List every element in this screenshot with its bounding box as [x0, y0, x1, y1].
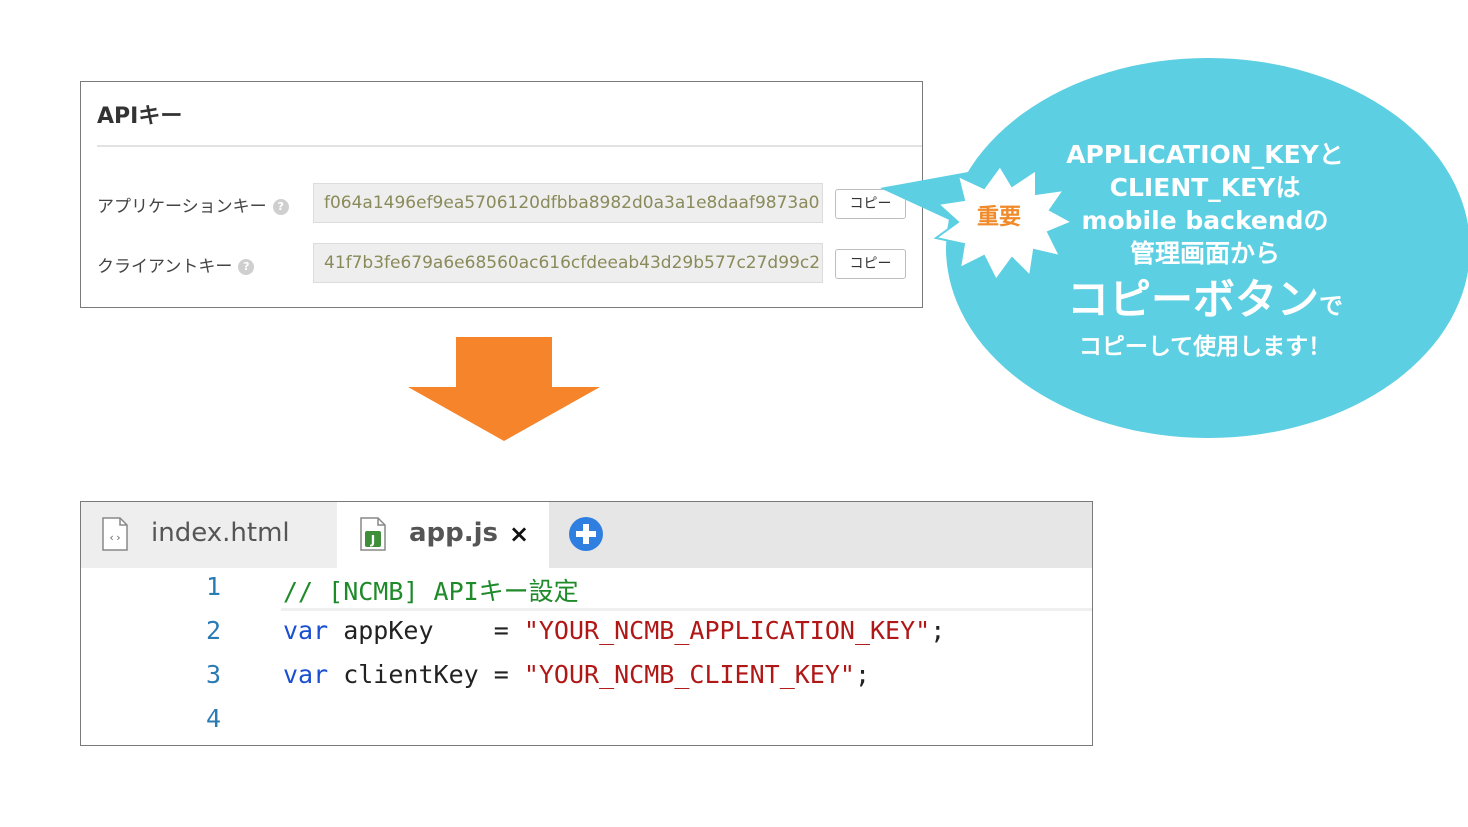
tab-label: index.html — [151, 518, 290, 548]
tab-bar: ‹› index.html J app.js × — [81, 502, 1092, 568]
code-area[interactable]: 1 // [NCMB] APIキー設定 2 var appKey = "YOUR… — [81, 568, 1092, 745]
code-text: var appKey = "YOUR_NCMB_APPLICATION_KEY"… — [283, 616, 945, 645]
divider — [97, 145, 922, 147]
callout-text: APPLICATION_KEYと CLIENT_KEYは mobile back… — [1030, 138, 1380, 362]
tab-index-html[interactable]: ‹› index.html — [81, 502, 337, 568]
line-number: 1 — [205, 572, 221, 601]
code-line: 2 var appKey = "YOUR_NCMB_APPLICATION_KE… — [81, 612, 1092, 656]
client-key-field[interactable]: 41f7b3fe679a6e68560ac616cfdeeab43d29b577… — [313, 243, 823, 283]
code-string: "YOUR_NCMB_APPLICATION_KEY" — [523, 616, 931, 645]
client-key-row: クライアントキー? 41f7b3fe679a6e68560ac616cfdeea… — [97, 243, 912, 283]
callout-line-2: CLIENT_KEYは — [1109, 173, 1301, 202]
client-key-label-text: クライアントキー — [97, 257, 233, 277]
code-text: var clientKey = "YOUR_NCMB_CLIENT_KEY"; — [283, 660, 870, 689]
js-file-icon: J — [360, 517, 386, 551]
line-number: 4 — [205, 704, 221, 733]
code-plain: ; — [854, 660, 871, 689]
html-file-icon: ‹› — [102, 517, 128, 551]
svg-text:‹›: ‹› — [108, 531, 121, 544]
code-plain: ; — [930, 616, 946, 645]
callout-line-3: mobile backendの — [1081, 206, 1329, 235]
line-number: 2 — [205, 616, 221, 645]
api-key-panel: APIキー アプリケーションキー? f064a1496ef9ea5706120d… — [80, 81, 923, 308]
code-plain: clientKey = — [328, 660, 524, 689]
client-key-label: クライアントキー? — [97, 252, 255, 277]
code-line: 3 var clientKey = "YOUR_NCMB_CLIENT_KEY"… — [81, 656, 1092, 700]
help-icon[interactable]: ? — [238, 259, 255, 275]
panel-title: APIキー — [97, 104, 183, 129]
down-arrow-icon — [408, 337, 600, 441]
svg-text:J: J — [370, 533, 375, 547]
callout-line-5: コピーして使用します！ — [1078, 334, 1332, 360]
callout-emphasis: コピーボタンで — [1030, 274, 1380, 332]
callout-emphasis-suffix: で — [1319, 292, 1343, 320]
important-badge: 重要 — [976, 205, 1021, 230]
callout-line-4: 管理画面から — [1129, 239, 1280, 268]
line-number: 3 — [205, 660, 221, 689]
code-string: "YOUR_NCMB_CLIENT_KEY" — [523, 660, 855, 689]
code-editor: ‹› index.html J app.js × 1 // [NCMB] API… — [80, 501, 1093, 746]
tab-label: app.js — [409, 518, 499, 548]
plus-circle-icon[interactable] — [568, 516, 604, 552]
code-line: 4 — [81, 700, 1092, 744]
application-key-label: アプリケーションキー? — [97, 192, 289, 217]
close-icon[interactable]: × — [509, 520, 529, 548]
application-key-field[interactable]: f064a1496ef9ea5706120dfbba8982d0a3a1e8da… — [313, 183, 823, 223]
code-line: 1 // [NCMB] APIキー設定 — [81, 568, 1092, 612]
help-icon[interactable]: ? — [272, 199, 289, 215]
code-plain: appKey = — [328, 616, 524, 645]
code-keyword: var — [283, 616, 329, 645]
callout-emphasis-text: コピーボタン — [1066, 275, 1319, 324]
application-key-label-text: アプリケーションキー — [97, 197, 267, 217]
code-text: // [NCMB] APIキー設定 — [283, 572, 579, 608]
code-comment: // [NCMB] APIキー設定 — [283, 577, 579, 606]
callout-line-1: APPLICATION_KEYと — [1066, 140, 1344, 169]
application-key-row: アプリケーションキー? f064a1496ef9ea5706120dfbba89… — [97, 183, 912, 223]
code-keyword: var — [283, 660, 329, 689]
tab-app-js[interactable]: J app.js × — [337, 502, 549, 568]
